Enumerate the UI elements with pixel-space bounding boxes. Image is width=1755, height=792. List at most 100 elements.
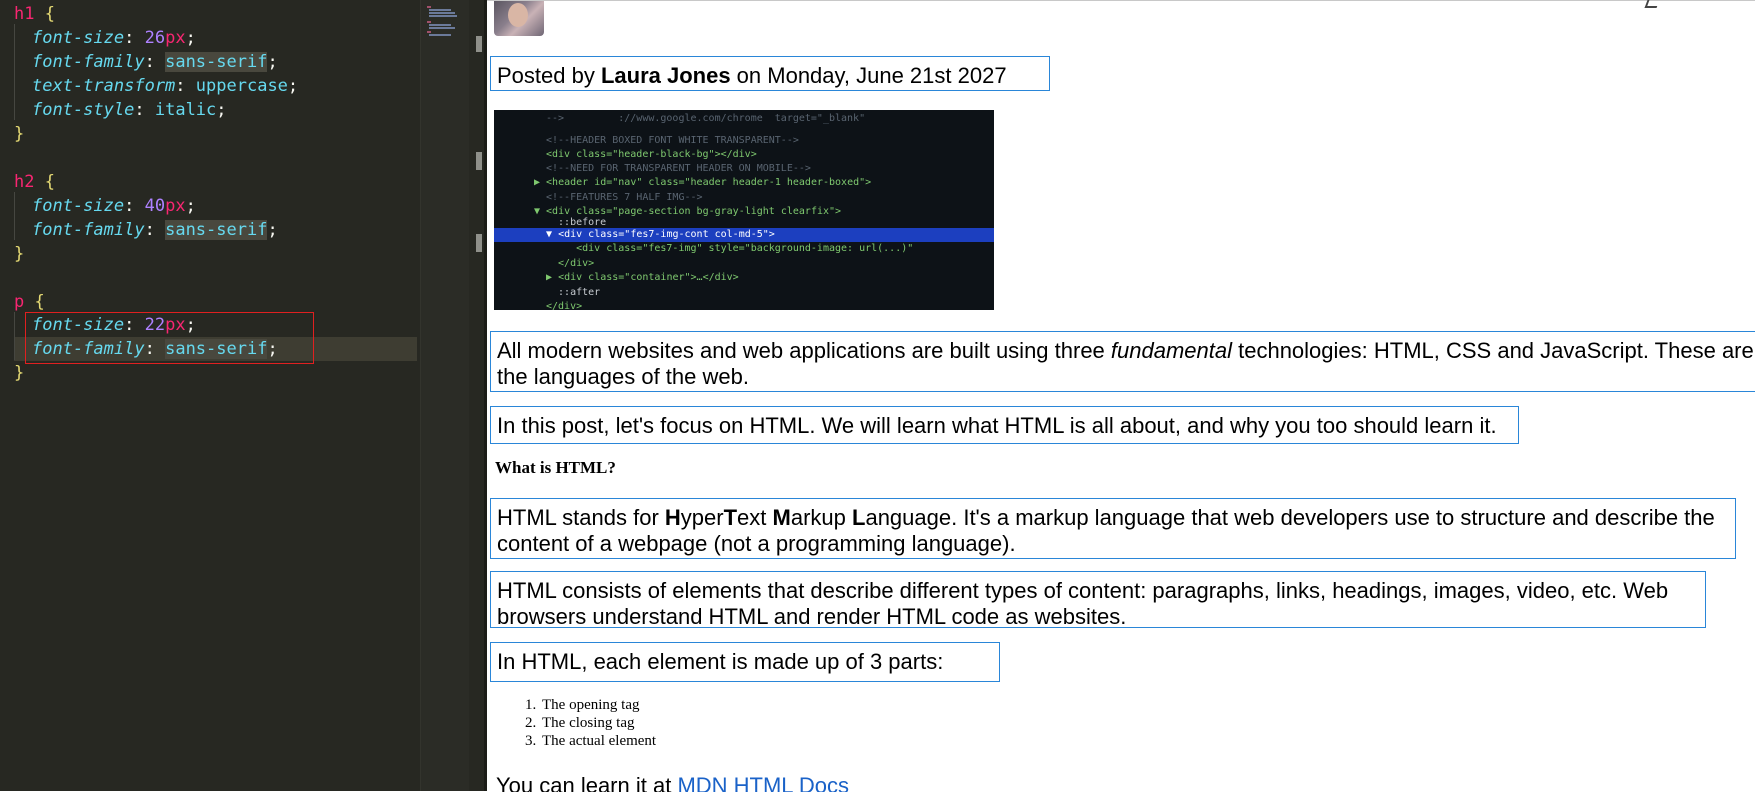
brace: } (14, 363, 25, 383)
bold-letter: M (772, 505, 791, 530)
code-line: font-size: 40px; (32, 194, 196, 218)
emphasis-text: fundamental (1110, 338, 1232, 363)
hero-code-line: <!--NEED FOR TRANSPARENT HEADER ON MOBIL… (546, 163, 811, 174)
css-property: font-family (32, 52, 145, 72)
colon: : (175, 76, 186, 96)
author-avatar-image (494, 1, 544, 36)
minimap-line (429, 9, 451, 11)
colon: : (144, 220, 155, 240)
minimap-line (427, 21, 431, 23)
css-unit: px (165, 196, 186, 216)
colon: : (134, 100, 145, 120)
paragraph-intro: All modern websites and web applications… (490, 331, 1755, 392)
byline-prefix: Posted by (497, 63, 601, 88)
mdn-docs-link[interactable]: MDN HTML Docs (677, 773, 849, 792)
parts-list: The opening tag The closing tag The actu… (520, 696, 656, 750)
hero-code-line: <div class="header-black-bg"></div> (546, 149, 757, 160)
minimap-line (427, 31, 431, 33)
css-property: font-size (32, 28, 125, 48)
minimap[interactable] (420, 0, 469, 791)
indent-guide (14, 312, 15, 360)
css-value: sans-serif (165, 220, 268, 240)
hero-code-line: ▶ <header id="nav" class="header header-… (534, 177, 872, 188)
hero-code-line: ▶ <div class="container">…</div> (534, 272, 739, 283)
indent-guide (14, 24, 15, 120)
bold-letter: H (664, 505, 681, 530)
semicolon: ; (287, 76, 299, 96)
hero-code-line: <div class="fes7-img" style="background-… (546, 243, 914, 254)
code-line: font-family: sans-serif; (32, 218, 278, 242)
list-item: The actual element (540, 732, 656, 750)
bold-letter: L (852, 505, 866, 530)
code-line: h1 { (14, 2, 55, 26)
annotation-highlight-box (25, 312, 314, 364)
brace: { (44, 4, 55, 24)
paragraph-definition: HTML stands for HyperText Markup Languag… (490, 498, 1736, 559)
css-value: italic (154, 100, 217, 120)
code-line: font-family: sans-serif; (32, 50, 278, 74)
paragraph-elements: HTML consists of elements that describe … (490, 571, 1706, 629)
browser-preview-pane[interactable]: Posted by Laura Jones on Monday, June 21… (487, 0, 1755, 792)
semicolon: ; (185, 196, 196, 216)
minimap-line (429, 34, 451, 36)
text-run: yper (680, 505, 724, 530)
indent-guide (14, 192, 15, 240)
text-run: You can learn it at (496, 773, 678, 792)
minimap-line (429, 15, 457, 17)
semicolon: ; (267, 220, 278, 240)
css-unit: px (165, 28, 186, 48)
semicolon: ; (216, 100, 227, 120)
hero-code-line: </div> (546, 301, 583, 310)
code-area[interactable]: h1 { font-size: 26px; font-family: sans-… (0, 0, 420, 791)
css-selector: h2 (14, 172, 35, 192)
paragraph-parts: In HTML, each element is made up of 3 pa… (490, 642, 1000, 682)
css-value: sans-serif (165, 52, 268, 72)
code-line: font-size: 26px; (32, 26, 196, 50)
bold-letter: T (723, 505, 738, 530)
post-byline: Posted by Laura Jones on Monday, June 21… (490, 56, 1050, 91)
css-number: 26 (144, 28, 166, 48)
brace: { (44, 172, 55, 192)
text-run: All modern websites and web applications… (497, 338, 1111, 363)
byline-date: on Monday, June 21st 2027 (730, 63, 1007, 88)
minimap-line (429, 24, 451, 26)
code-line: font-style: italic; (32, 98, 227, 122)
hero-code-line: </div> (546, 258, 595, 269)
css-property: text-transform (32, 76, 176, 96)
code-line: } (14, 361, 24, 385)
code-editor-pane[interactable]: h1 { font-size: 26px; font-family: sans-… (0, 0, 469, 791)
code-line: p { (14, 290, 45, 314)
section-heading: What is HTML? (495, 458, 616, 477)
text-run: ext (737, 505, 773, 530)
minimap-line (429, 12, 455, 14)
list-item: The closing tag (540, 714, 656, 732)
brace: { (34, 292, 45, 312)
css-property: font-style (32, 100, 135, 120)
css-property: font-size (32, 196, 125, 216)
css-property: font-family (32, 220, 145, 240)
css-selector: h1 (14, 4, 35, 24)
hero-code-line: <!--HEADER BOXED FONT WHITE TRANSPARENT-… (546, 135, 799, 146)
paragraph-learn-more: You can learn it at MDN HTML Docs (496, 773, 849, 792)
paragraph-focus: In this post, let's focus on HTML. We wi… (490, 406, 1519, 444)
scroll-marker (476, 234, 482, 252)
post-hero-image: --> ://www.google.com/chrome target="_bl… (494, 110, 994, 310)
code-line: } (14, 242, 24, 266)
hero-code-line: <!--FEATURES 7 HALF IMG--> (546, 192, 703, 203)
hero-code-line: ::after (546, 287, 601, 298)
code-line: h2 { (14, 170, 55, 194)
brace: } (14, 124, 25, 144)
colon: : (124, 28, 135, 48)
scroll-marker (476, 152, 482, 170)
code-line: } (14, 122, 24, 146)
minimap-line (427, 6, 431, 8)
hero-code-line: ▼ <div class="fes7-img-cont col-md-5"> (534, 229, 775, 240)
css-value: uppercase (195, 76, 288, 96)
css-selector: p (14, 292, 25, 312)
hero-code-line: --> ://www.google.com/chrome target="_bl… (546, 113, 866, 124)
semicolon: ; (185, 28, 196, 48)
scroll-marker (476, 36, 482, 52)
code-line: text-transform: uppercase; (32, 74, 298, 98)
author-name: Laura Jones (600, 63, 731, 88)
colon: : (144, 52, 155, 72)
